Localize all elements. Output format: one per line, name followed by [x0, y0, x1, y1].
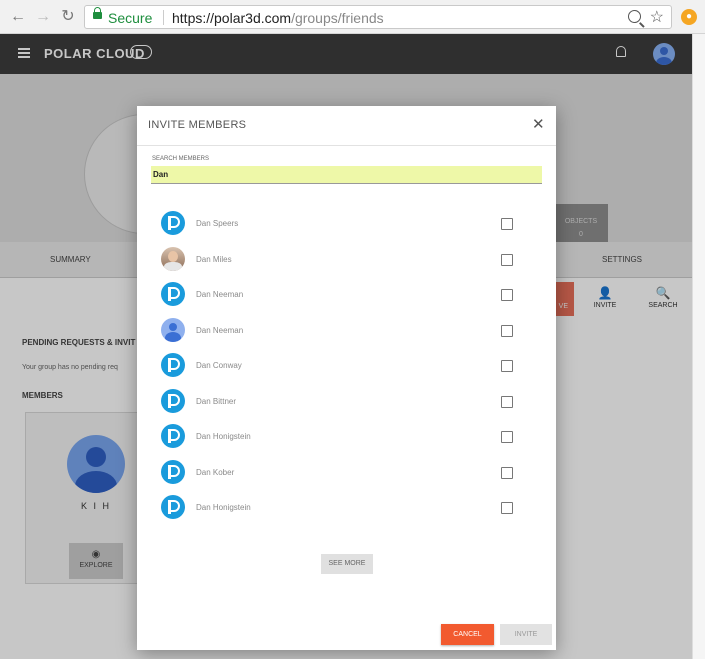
result-row[interactable]: Dan Conway	[137, 348, 556, 383]
close-icon[interactable]: ✕	[532, 117, 545, 132]
polar-logo-icon	[161, 424, 185, 448]
result-name: Dan Honigstein	[196, 432, 251, 441]
invite-button[interactable]: INVITE	[500, 624, 552, 645]
result-row[interactable]: Dan Kober	[137, 455, 556, 490]
page-scrollbar[interactable]	[692, 34, 705, 659]
divider	[163, 10, 164, 25]
browser-toolbar: ← → ↻ Secure https://polar3d.com/groups/…	[0, 0, 705, 34]
url-host: https://polar3d.com	[172, 10, 292, 26]
select-checkbox[interactable]	[501, 324, 513, 337]
zoom-icon[interactable]	[628, 10, 641, 23]
url-path: /groups/friends	[291, 10, 384, 26]
search-members-input[interactable]	[151, 166, 542, 184]
back-arrow-icon[interactable]: ←	[9, 8, 27, 26]
select-checkbox[interactable]	[501, 289, 513, 301]
select-checkbox[interactable]	[501, 253, 513, 266]
see-more-button[interactable]: SEE MORE	[321, 554, 373, 574]
bookmark-star-icon[interactable]: ☆	[650, 7, 664, 27]
result-row[interactable]: Dan Honigstein	[137, 419, 556, 454]
polar-logo-icon	[161, 495, 185, 519]
extension-icon[interactable]: ●	[681, 9, 697, 25]
invite-members-dialog: INVITE MEMBERS ✕ SEARCH MEMBERS Dan Spee…	[137, 106, 556, 650]
result-row[interactable]: Dan Neeman	[137, 313, 556, 348]
result-row[interactable]: Dan Miles	[137, 242, 556, 277]
search-members-label: SEARCH MEMBERS	[152, 156, 210, 162]
result-name: Dan Miles	[196, 254, 232, 264]
result-name: Dan Kober	[196, 467, 235, 477]
polar-logo-icon	[161, 353, 185, 377]
result-name: Dan Neeman	[196, 290, 244, 299]
reload-icon[interactable]: ↻	[59, 8, 77, 26]
result-name: Dan Honigstein	[196, 503, 251, 512]
forward-arrow-icon[interactable]: →	[34, 8, 52, 26]
result-name: Dan Conway	[196, 361, 242, 370]
select-checkbox[interactable]	[501, 466, 513, 479]
select-checkbox[interactable]	[501, 218, 513, 230]
lock-icon	[93, 7, 102, 19]
user-avatar	[161, 246, 185, 271]
result-row[interactable]: Dan Bittner	[137, 384, 556, 419]
select-checkbox[interactable]	[501, 360, 513, 372]
result-row[interactable]: Dan Honigstein	[137, 490, 556, 525]
dialog-title: INVITE MEMBERS	[148, 119, 247, 131]
polar-logo-icon	[161, 282, 185, 306]
select-checkbox[interactable]	[501, 395, 513, 408]
select-checkbox[interactable]	[501, 431, 513, 443]
result-name: Dan Speers	[196, 219, 239, 228]
polar-logo-icon	[161, 459, 185, 484]
polar-logo-icon	[161, 211, 185, 235]
polar-logo-icon	[161, 388, 185, 413]
result-name: Dan Neeman	[196, 325, 244, 335]
user-avatar	[161, 317, 185, 342]
result-row[interactable]: Dan Neeman	[137, 277, 556, 312]
cancel-button[interactable]: CANCEL	[441, 624, 494, 645]
address-bar[interactable]: Secure https://polar3d.com/groups/friend…	[84, 5, 672, 29]
select-checkbox[interactable]	[501, 502, 513, 514]
dialog-header: INVITE MEMBERS ✕	[137, 106, 556, 146]
url-text[interactable]: https://polar3d.com/groups/friends	[172, 10, 384, 26]
secure-label: Secure	[108, 10, 153, 26]
result-row[interactable]: Dan Speers	[137, 206, 556, 241]
result-name: Dan Bittner	[196, 396, 237, 406]
